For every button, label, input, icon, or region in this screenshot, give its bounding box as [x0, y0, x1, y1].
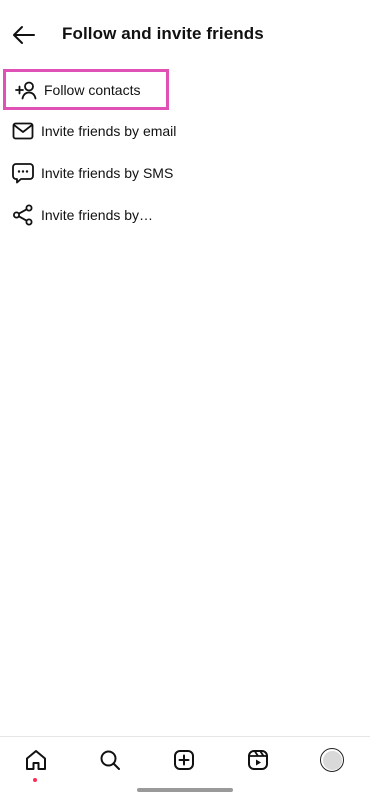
- avatar: [320, 748, 344, 772]
- invite-email-item[interactable]: Invite friends by email: [0, 110, 370, 152]
- follow-contacts-item[interactable]: Follow contacts: [3, 69, 169, 110]
- share-icon: [12, 204, 34, 226]
- person-add-icon: [15, 79, 37, 101]
- active-indicator-dot: [33, 778, 37, 782]
- nav-reels-button[interactable]: [243, 745, 273, 775]
- nav-profile-button[interactable]: [317, 745, 347, 775]
- avatar-image: [322, 750, 342, 770]
- page-title: Follow and invite friends: [62, 24, 264, 43]
- arrow-left-icon: [13, 26, 35, 44]
- home-icon: [26, 750, 46, 770]
- invite-sms-label: Invite friends by SMS: [41, 165, 174, 181]
- nav-search-button[interactable]: [95, 745, 125, 775]
- invite-menu: Follow contacts Invite friends by email …: [0, 69, 370, 236]
- reels-icon: [248, 750, 268, 770]
- chat-bubble-icon: [12, 162, 34, 184]
- header: Follow and invite friends: [0, 0, 370, 70]
- search-icon: [100, 750, 120, 770]
- back-button[interactable]: [10, 22, 38, 48]
- nav-home-button[interactable]: [21, 745, 51, 782]
- nav-create-button[interactable]: [169, 745, 199, 775]
- invite-email-label: Invite friends by email: [41, 123, 177, 139]
- invite-sms-item[interactable]: Invite friends by SMS: [0, 152, 370, 194]
- invite-share-label: Invite friends by…: [41, 207, 154, 223]
- invite-share-item[interactable]: Invite friends by…: [0, 194, 370, 236]
- plus-square-icon: [174, 750, 194, 770]
- mail-icon: [12, 120, 34, 142]
- home-indicator: [137, 788, 233, 792]
- follow-contacts-label: Follow contacts: [44, 81, 141, 98]
